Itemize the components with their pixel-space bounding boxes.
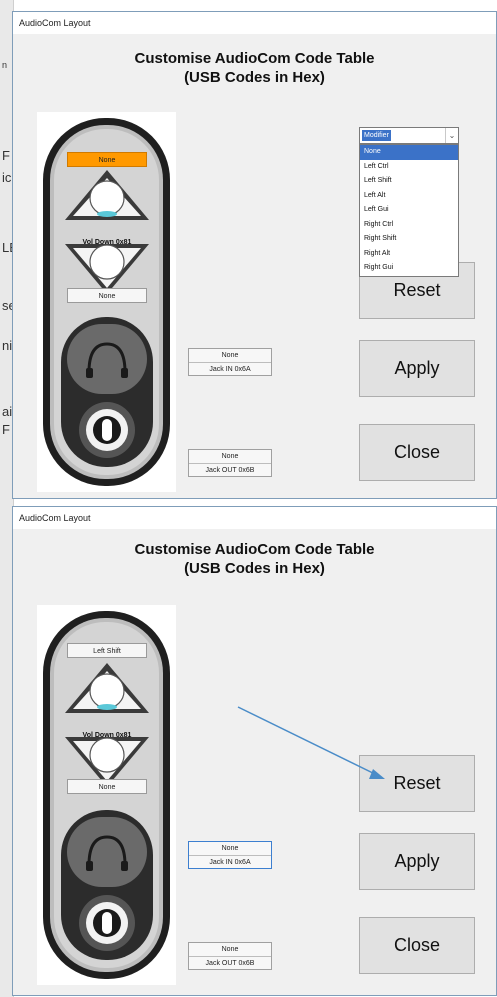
background-fragment: ni [2,338,13,353]
heading-line-1: Customise AudioCom Code Table [134,50,375,67]
modifier-option[interactable]: Left Ctrl [360,160,458,175]
modifier-option[interactable]: Right Gui [360,261,458,276]
modifier-option[interactable]: Right Ctrl [360,218,458,233]
audiocom-device-image: None Vol Down 0x81 None [37,112,176,492]
middle-key-overlay-label: Vol Down 0x81 [82,239,132,246]
chevron-down-icon[interactable]: ⌄ [445,128,458,143]
background-fragment: F [2,422,10,437]
modifier-option[interactable]: Left Alt [360,189,458,204]
audiocom-layout-window: AudioCom Layout Customise AudioCom Code … [12,506,497,996]
close-button[interactable]: Close [359,424,475,481]
background-fragment: ai [2,404,13,419]
modifier-option[interactable]: Right Alt [360,247,458,262]
modifier-option[interactable]: None [360,145,458,160]
jack-out-field[interactable]: None Jack OUT 0x6B [188,449,272,477]
jack-in-label: Jack IN 0x6A [189,362,271,375]
modifier-option[interactable]: Right Shift [360,232,458,247]
background-fragment: F [2,148,10,163]
modifier-option[interactable]: Left Gui [360,203,458,218]
annotation-arrow [237,706,385,779]
modifier-options-list: None Left Ctrl Left Shift Left Alt Left … [359,144,459,277]
jack-in-value: None [221,352,239,359]
jack-out-label: Jack OUT 0x6B [189,463,271,476]
heading-line-2: (USB Codes in Hex) [184,69,325,86]
apply-button[interactable]: Apply [359,340,475,397]
background-fragment: ic [2,170,12,185]
jack-in-field[interactable]: None Jack IN 0x6A [188,348,272,376]
jack-out-value: None [221,453,239,460]
background-fragment: n [2,60,8,70]
bottom-key-label[interactable]: None [67,288,147,303]
modifier-selected-value: Modifier [362,130,391,141]
modifier-option[interactable]: Left Shift [360,174,458,189]
top-key-label[interactable]: None [67,152,147,167]
window-title-bar: AudioCom Layout [13,12,496,34]
modifier-select[interactable]: Modifier ⌄ [359,127,459,144]
audiocom-layout-window: AudioCom Layout Customise AudioCom Code … [12,11,497,499]
modifier-dropdown[interactable]: Modifier ⌄ None Left Ctrl Left Shift Lef… [359,127,459,277]
